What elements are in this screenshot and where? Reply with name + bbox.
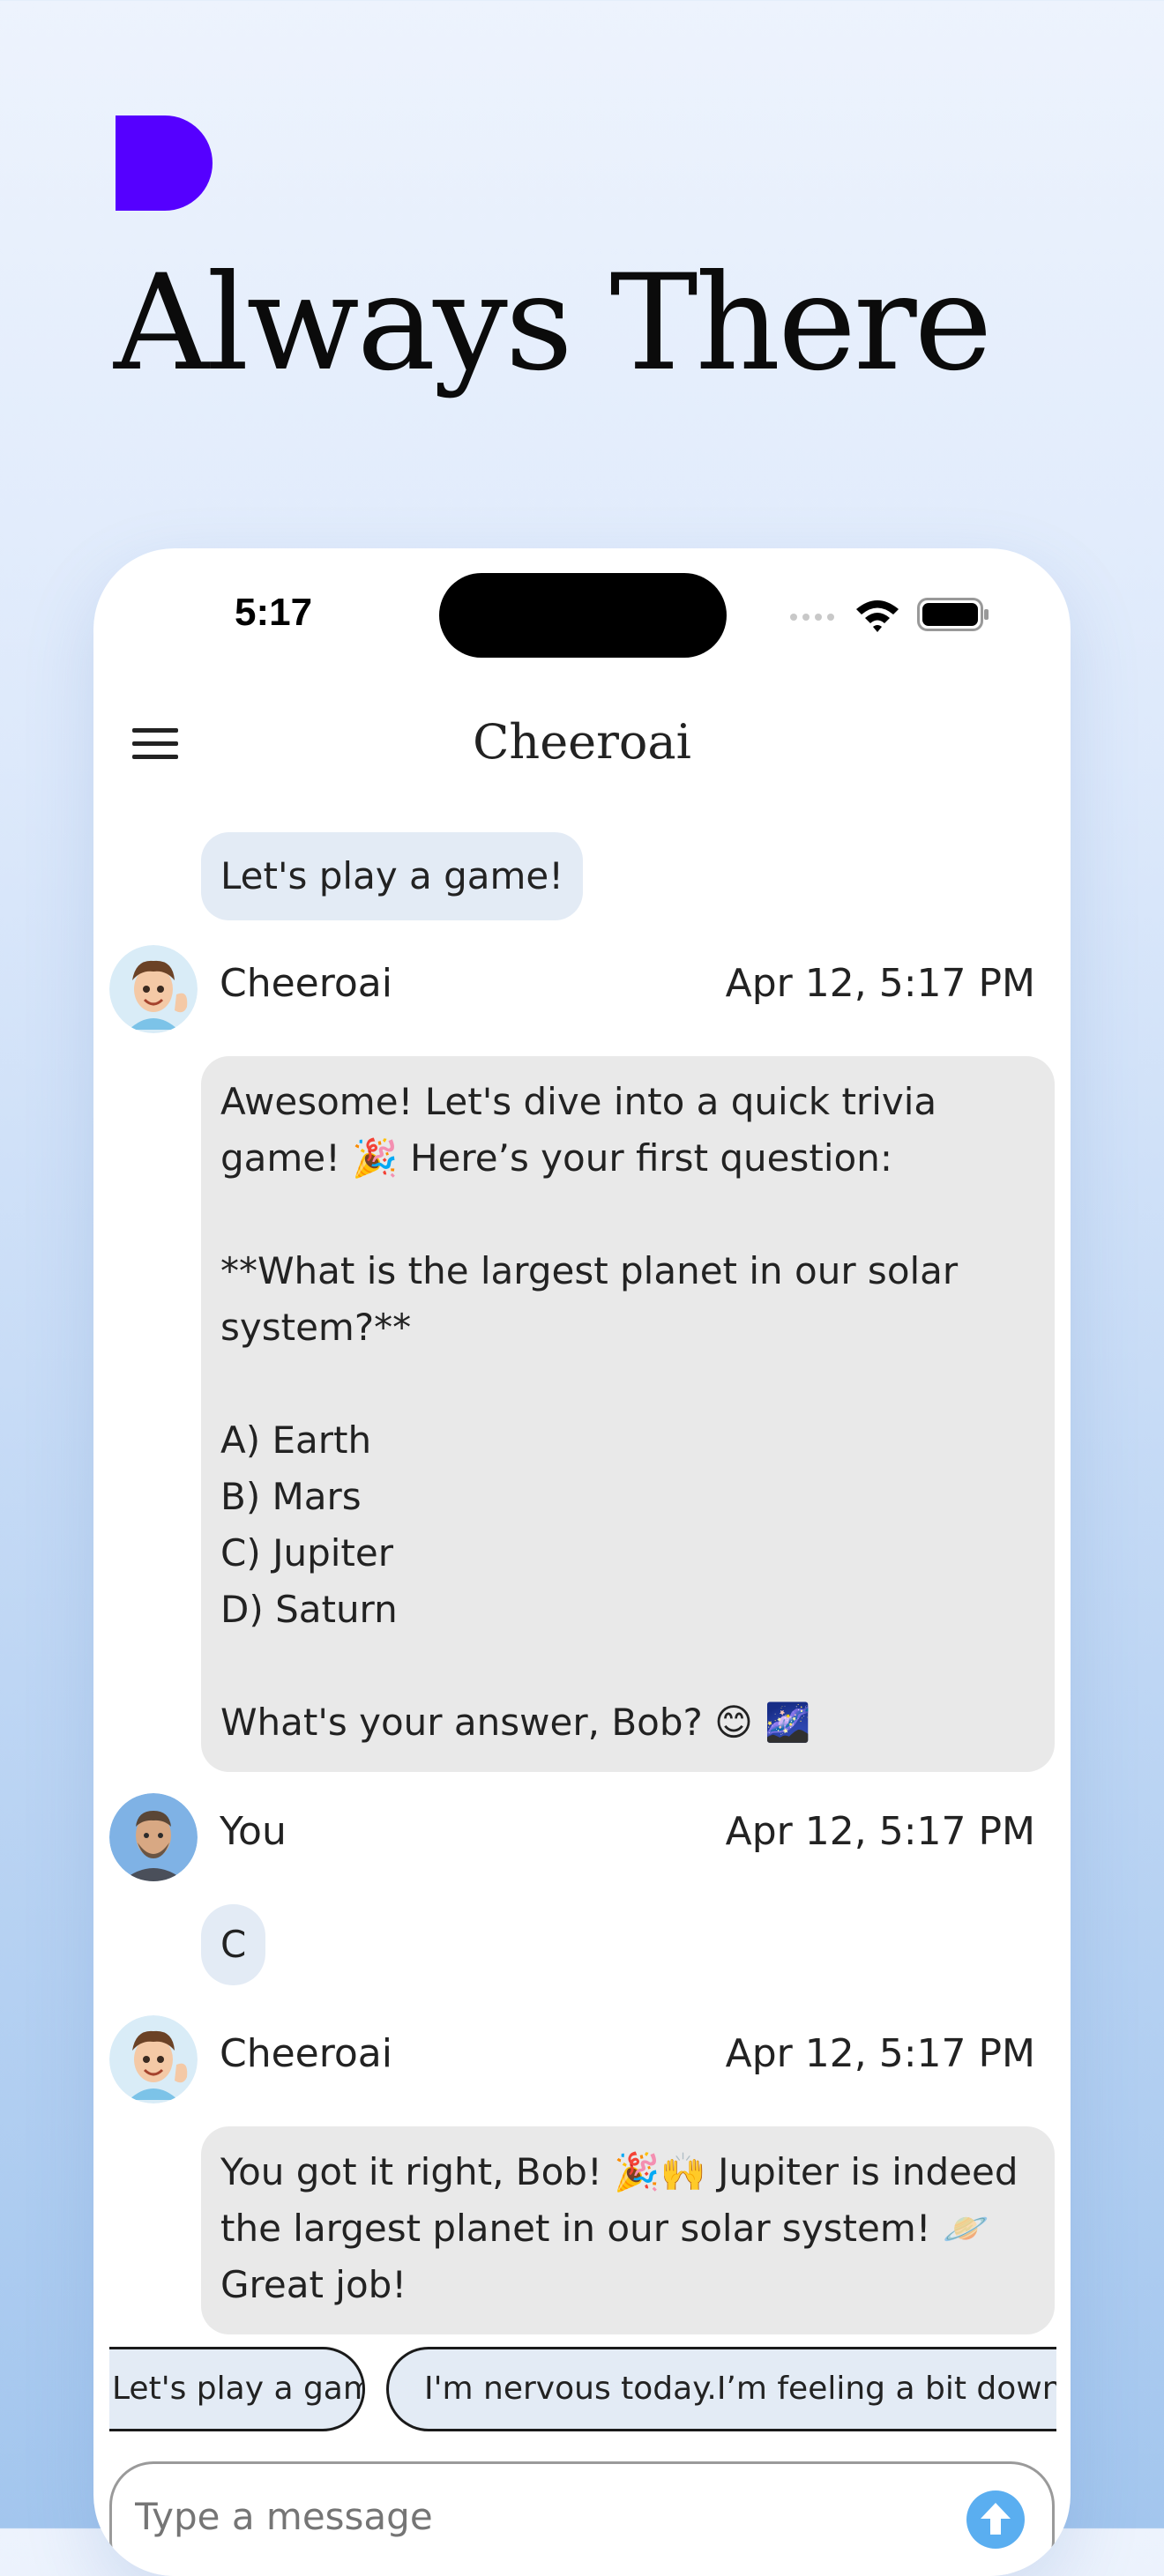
- sender-name: Cheeroai: [220, 961, 392, 1006]
- chip-label: Let's play a game!: [112, 2371, 362, 2407]
- user-avatar: [109, 1793, 198, 1881]
- message-bot: Awesome! Let's dive into a quick trivia …: [201, 1056, 1055, 1772]
- sender-name: Cheeroai: [220, 2031, 392, 2076]
- message-composer: [109, 2461, 1055, 2576]
- message-bubble: Let's play a game!: [201, 832, 584, 920]
- message-bubble: C: [201, 1904, 266, 1985]
- cellular-signal-icon: [790, 614, 834, 621]
- message-input[interactable]: [133, 2494, 930, 2539]
- message-timestamp: Apr 12, 5:17 PM: [725, 961, 1035, 1006]
- message-timestamp: Apr 12, 5:17 PM: [725, 2031, 1035, 2076]
- chip-label: I'm nervous today.: [424, 2371, 717, 2407]
- battery-icon: [917, 598, 989, 631]
- wifi-icon: [856, 600, 899, 632]
- dynamic-island: [439, 573, 727, 658]
- message-bubble: Awesome! Let's dive into a quick trivia …: [201, 1056, 1055, 1772]
- sender-name: You: [220, 1809, 287, 1854]
- chat-thread[interactable]: Let's play a game! Cheeroai Apr 12, 5:17…: [93, 832, 1071, 2426]
- phone-frame: 5:17 Cheeroai Let's play a game! Cheeroa…: [93, 548, 1071, 2576]
- message-bubble: You got it right, Bob! 🎉🙌 Jupiter is ind…: [201, 2126, 1055, 2334]
- message-bot: You got it right, Bob! 🎉🙌 Jupiter is ind…: [201, 2126, 1055, 2334]
- suggestion-chip[interactable]: Let's play a game!: [109, 2347, 365, 2431]
- hero-title: Always There: [114, 247, 992, 400]
- brand-logo: [116, 115, 213, 211]
- arrow-up-icon: [981, 2503, 1011, 2535]
- message-user: Let's play a game!: [201, 832, 584, 920]
- chip-label: I’m feeling a bit down today.: [716, 2371, 1056, 2407]
- cheeroai-avatar: [109, 2015, 198, 2103]
- send-button[interactable]: [966, 2490, 1025, 2549]
- message-header: Cheeroai Apr 12, 5:17 PM: [93, 2015, 1071, 2103]
- suggestion-chips[interactable]: Let's play a game! I'm nervous today.I’m…: [109, 2347, 1056, 2435]
- suggestion-chip[interactable]: I'm nervous today.I’m feeling a bit down…: [386, 2347, 1056, 2431]
- message-user: C: [201, 1904, 266, 1985]
- message-header: Cheeroai Apr 12, 5:17 PM: [93, 945, 1071, 1033]
- cheeroai-avatar: [109, 945, 198, 1033]
- message-header: You Apr 12, 5:17 PM: [93, 1793, 1071, 1881]
- app-title: Cheeroai: [473, 714, 691, 770]
- status-time: 5:17: [235, 591, 313, 634]
- message-timestamp: Apr 12, 5:17 PM: [725, 1809, 1035, 1854]
